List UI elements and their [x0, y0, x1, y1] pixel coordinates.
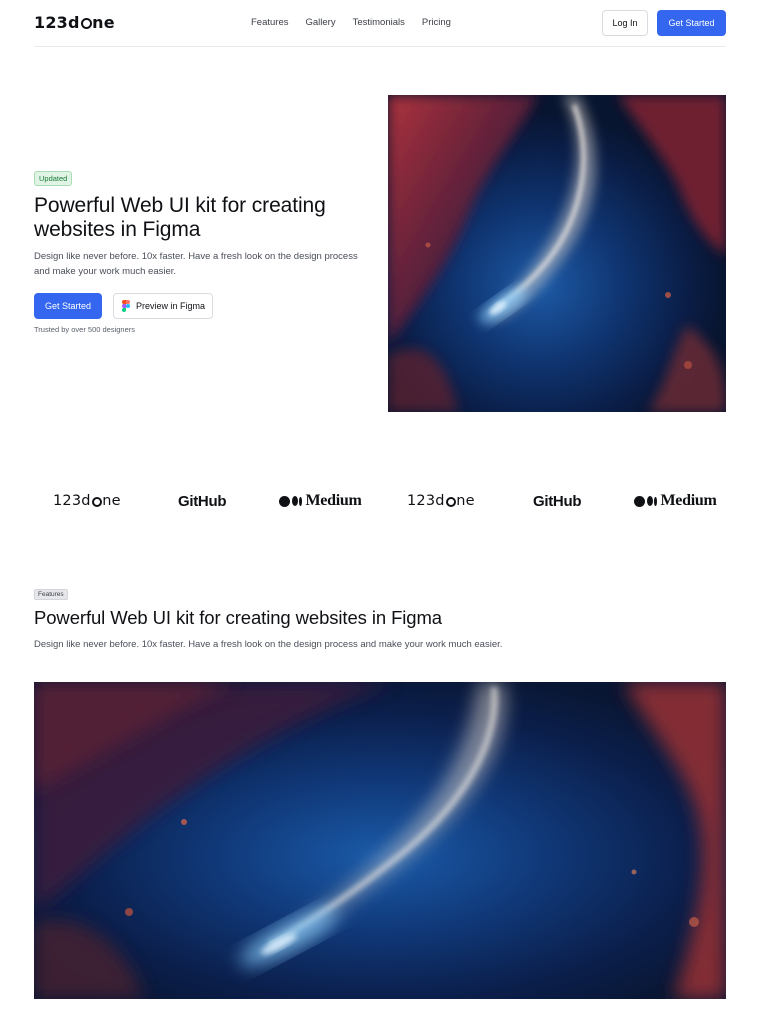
medium-dots-icon: [634, 495, 657, 507]
nav-links: Features Gallery Testimonials Pricing: [251, 17, 451, 28]
logo-123done-2: 123d ne: [407, 493, 475, 509]
nav-link-features[interactable]: Features: [251, 17, 289, 28]
nav-link-gallery[interactable]: Gallery: [306, 17, 336, 28]
logo-suffix: ne: [92, 13, 115, 32]
brand-logo[interactable]: 123d ne: [34, 13, 115, 32]
space-nebula-image: [388, 95, 726, 412]
medium-dots-icon: [279, 495, 302, 507]
preview-in-figma-button[interactable]: Preview in Figma: [113, 293, 213, 319]
figma-icon: [122, 300, 130, 312]
preview-in-figma-label: Preview in Figma: [136, 301, 206, 311]
partner-logos: 123d ne GitHub Medium 123d ne GitHub Mediu…: [34, 488, 734, 514]
features-subtitle: Design like never before. 10x faster. Ha…: [34, 639, 503, 650]
hero-subtitle: Design like never before. 10x faster. Ha…: [34, 251, 358, 277]
logo-prefix: 123d: [34, 13, 80, 32]
trusted-note: Trusted by over 500 designers: [34, 325, 136, 334]
hero-get-started-button[interactable]: Get Started: [34, 293, 102, 319]
features-badge: Features: [34, 589, 68, 600]
logo-123done-1: 123d ne: [53, 493, 121, 509]
logo-medium-1: Medium: [279, 488, 362, 514]
space-nebula-image: [34, 682, 726, 999]
logo-github-2: GitHub: [533, 492, 582, 510]
logo-donut-icon: [91, 497, 102, 507]
features-title: Powerful Web UI kit for creating website…: [34, 607, 442, 628]
hero-title: Powerful Web UI kit for creating website…: [34, 194, 326, 241]
top-navbar: 123d ne Features Gallery Testimonials Pri…: [34, 0, 726, 47]
nav-link-pricing[interactable]: Pricing: [422, 17, 451, 28]
logo-donut-icon: [80, 18, 92, 29]
logo-donut-icon: [445, 497, 456, 507]
logo-medium-2: Medium: [634, 488, 717, 514]
nav-link-testimonials[interactable]: Testimonials: [353, 17, 405, 28]
features-image: [34, 682, 726, 999]
logo-github-1: GitHub: [178, 492, 227, 510]
login-button[interactable]: Log In: [602, 10, 648, 36]
hero-image: [388, 95, 726, 412]
nav-get-started-button[interactable]: Get Started: [657, 10, 726, 36]
updated-badge: Updated: [34, 171, 73, 186]
